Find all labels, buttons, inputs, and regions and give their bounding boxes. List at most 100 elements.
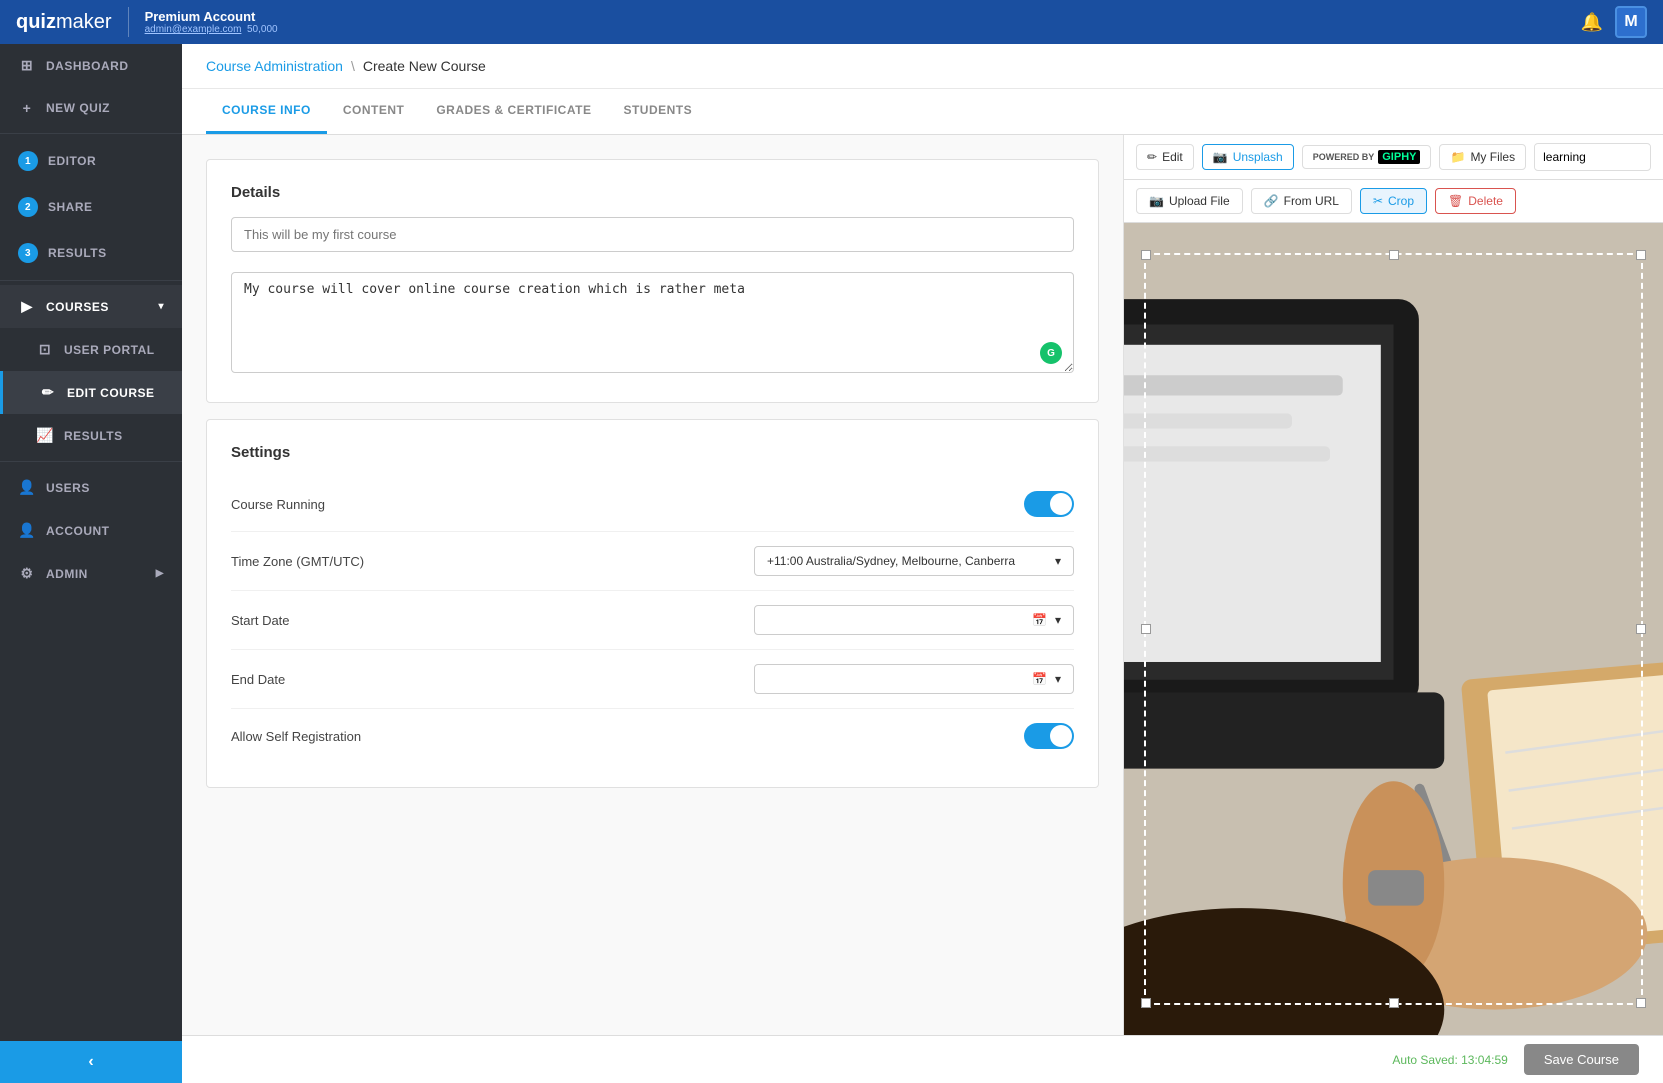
tab-course-info[interactable]: COURSE INFO [206, 89, 327, 134]
from-url-button[interactable]: 🔗 From URL [1251, 188, 1352, 214]
dashboard-icon: ⊞ [18, 57, 36, 74]
upload-icon: 📷 [1149, 194, 1164, 208]
chevron-down-icon: ▾ [1055, 672, 1061, 686]
tab-content[interactable]: CONTENT [327, 89, 421, 134]
edit-pencil-icon: ✏ [1147, 150, 1157, 164]
sidebar-item-dashboard[interactable]: ⊞ DASHBOARD [0, 44, 182, 87]
sidebar-item-edit-course[interactable]: ✏ EDIT COURSE [0, 371, 182, 414]
self-registration-toggle[interactable] [1024, 723, 1074, 749]
trash-icon: 🗑 [1448, 194, 1463, 208]
chevron-down-icon: ▾ [1055, 613, 1061, 627]
sidebar-item-results[interactable]: 3 RESULTS [0, 230, 182, 276]
from-url-label: From URL [1284, 194, 1339, 208]
sidebar-item-share[interactable]: 2 SHARE [0, 184, 182, 230]
delete-button[interactable]: 🗑 Delete [1435, 188, 1516, 214]
course-name-input[interactable] [231, 217, 1074, 252]
giphy-logo: GIPHY [1378, 150, 1420, 164]
unsplash-button[interactable]: 📷 Unsplash [1202, 144, 1294, 170]
split-layout: Details G Settings Course [182, 135, 1663, 1035]
top-bar: quizmaker Premium Account admin@example.… [0, 0, 1663, 44]
account-type: Premium Account [145, 9, 278, 24]
courses-icon: ▶ [18, 298, 36, 315]
top-bar-left: quizmaker Premium Account admin@example.… [16, 7, 278, 37]
textarea-wrapper: G [231, 272, 1074, 378]
sidebar-item-account[interactable]: 👤 ACCOUNT [0, 509, 182, 552]
sidebar-item-results-sub[interactable]: 📈 RESULTS [0, 414, 182, 457]
edit-button[interactable]: ✏ Edit [1136, 144, 1194, 170]
sidebar-item-label: RESULTS [48, 246, 107, 260]
user-portal-icon: ⊡ [36, 341, 54, 358]
divider [0, 280, 182, 281]
course-description-textarea[interactable] [231, 272, 1074, 373]
main-layout: ⊞ DASHBOARD + NEW QUIZ 1 EDITOR 2 SHARE … [0, 44, 1663, 1083]
sidebar-item-label: ADMIN [46, 567, 88, 581]
sidebar-item-label: EDITOR [48, 154, 96, 168]
sidebar-item-label: DASHBOARD [46, 59, 129, 73]
details-card: Details G [206, 159, 1099, 403]
end-date-input[interactable]: 📅 ▾ [754, 664, 1074, 694]
users-icon: 👤 [18, 479, 36, 496]
sidebar-item-label: NEW QUIZ [46, 101, 110, 115]
sidebar-item-label: RESULTS [64, 429, 123, 443]
course-running-label: Course Running [231, 497, 325, 512]
upload-file-label: Upload File [1169, 194, 1230, 208]
unsplash-label: Unsplash [1233, 150, 1283, 164]
image-action-toolbar: 📷 Upload File 🔗 From URL ✂ Crop 🗑 Delete [1124, 180, 1663, 223]
image-display: COURSE [1124, 223, 1663, 1035]
crop-button[interactable]: ✂ Crop [1360, 188, 1427, 214]
search-input[interactable] [1535, 145, 1651, 169]
grammarly-icon: G [1040, 342, 1062, 364]
logo-maker: maker [56, 11, 112, 33]
sidebar-item-new-quiz[interactable]: + NEW QUIZ [0, 87, 182, 129]
sidebar-item-label: ACCOUNT [46, 524, 110, 538]
timezone-select[interactable]: +11:00 Australia/Sydney, Melbourne, Canb… [754, 546, 1074, 576]
tab-students[interactable]: STUDENTS [607, 89, 708, 134]
divider [0, 461, 182, 462]
badge-3: 3 [18, 243, 38, 263]
end-date-label: End Date [231, 672, 285, 687]
account-credits: admin@example.com 50,000 [145, 24, 278, 35]
divider [128, 7, 129, 37]
start-date-input[interactable]: 📅 ▾ [754, 605, 1074, 635]
tab-grades-certificate[interactable]: GRADES & CERTIFICATE [420, 89, 607, 134]
footer-bar: Auto Saved: 13:04:59 Save Course [182, 1035, 1663, 1083]
content-area: Course Administration \ Create New Cours… [182, 44, 1663, 1083]
account-icon: 👤 [18, 522, 36, 539]
course-running-row: Course Running [231, 477, 1074, 532]
sidebar-item-label: EDIT COURSE [67, 386, 155, 400]
delete-label: Delete [1468, 194, 1503, 208]
edit-icon: ✏ [39, 384, 57, 401]
image-toolbar: ✏ Edit 📷 Unsplash POWERED BY GIPHY 📁 My … [1124, 135, 1663, 180]
crop-icon: ✂ [1373, 194, 1383, 208]
course-running-toggle[interactable] [1024, 491, 1074, 517]
my-files-button[interactable]: 📁 My Files [1439, 144, 1526, 170]
details-title: Details [231, 184, 1074, 201]
premium-info: Premium Account admin@example.com 50,000 [145, 9, 278, 35]
sidebar-item-editor[interactable]: 1 EDITOR [0, 138, 182, 184]
results-icon: 📈 [36, 427, 54, 444]
logo: quizmaker [16, 11, 112, 34]
avatar[interactable]: M [1615, 6, 1647, 38]
giphy-button[interactable]: POWERED BY GIPHY [1302, 145, 1432, 169]
sidebar-item-courses[interactable]: ▶ COURSES ▾ [0, 285, 182, 328]
notifications-bell[interactable]: 🔔 [1581, 12, 1603, 33]
chevron-right-icon: ▶ [156, 568, 164, 579]
my-files-label: My Files [1470, 150, 1515, 164]
account-email[interactable]: admin@example.com [145, 24, 242, 35]
sidebar-item-admin[interactable]: ⚙ ADMIN ▶ [0, 552, 182, 595]
upload-file-button[interactable]: 📷 Upload File [1136, 188, 1243, 214]
badge-1: 1 [18, 151, 38, 171]
breadcrumb-link[interactable]: Course Administration [206, 58, 343, 74]
course-description-row: G [231, 272, 1074, 378]
sidebar-item-user-portal[interactable]: ⊡ USER PORTAL [0, 328, 182, 371]
sidebar-collapse-button[interactable]: ‹ [0, 1041, 182, 1083]
course-image: COURSE [1124, 223, 1663, 1035]
save-course-button[interactable]: Save Course [1524, 1044, 1639, 1075]
sidebar-item-users[interactable]: 👤 USERS [0, 466, 182, 509]
edit-label: Edit [1162, 150, 1183, 164]
breadcrumb: Course Administration \ Create New Cours… [182, 44, 1663, 89]
timezone-value: +11:00 Australia/Sydney, Melbourne, Canb… [767, 554, 1015, 568]
chevron-down-icon: ▾ [1055, 554, 1061, 568]
folder-icon: 📁 [1450, 150, 1465, 164]
powered-by-text: POWERED BY [1313, 152, 1375, 163]
